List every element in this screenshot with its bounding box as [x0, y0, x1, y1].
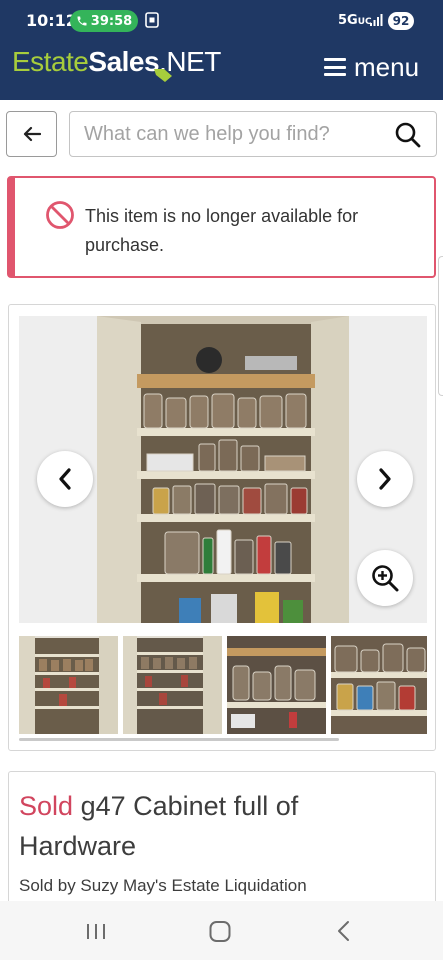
recent-apps-icon[interactable] [85, 917, 107, 945]
search-row [0, 100, 443, 168]
thumbnail-scrollbar[interactable] [19, 738, 339, 741]
search-icon[interactable] [394, 121, 422, 149]
thumbnail-image [19, 636, 118, 734]
logo-tag-icon [154, 69, 172, 82]
chevron-right-icon [379, 468, 391, 490]
photo-thumbnail[interactable] [19, 636, 118, 734]
sold-status: Sold [19, 791, 74, 821]
prohibited-icon [46, 201, 74, 229]
call-indicator[interactable]: 39:58 [70, 10, 138, 32]
site-header: EstateSales.NET menu [0, 42, 443, 100]
phone-icon [77, 16, 87, 26]
photo-thumbnail[interactable] [123, 636, 222, 734]
item-title: Sold g47 Cabinet full of Hardware [19, 786, 419, 866]
signal-icon [370, 14, 383, 26]
menu-button[interactable]: menu [324, 50, 419, 84]
photo-thumbnail[interactable] [227, 636, 326, 734]
alert-message: This item is no longer available for pur… [85, 206, 359, 255]
seller-name[interactable]: Sold by Suzy May's Estate Liquidation [19, 876, 307, 896]
system-back-icon[interactable] [334, 917, 352, 945]
call-duration: 39:58 [90, 13, 133, 29]
photo-thumbnail[interactable] [331, 636, 427, 734]
search-input[interactable] [84, 120, 384, 148]
zoom-button[interactable] [357, 550, 413, 606]
previous-photo-button[interactable] [37, 451, 93, 507]
thumbnail-strip [19, 636, 427, 734]
search-box [69, 111, 437, 157]
menu-label: menu [354, 51, 420, 82]
arrow-left-icon [23, 126, 41, 142]
unavailable-alert: This item is no longer available for pur… [7, 176, 436, 278]
battery-icon: 92 [388, 12, 414, 30]
system-nav-bar [0, 901, 443, 960]
thumbnail-image [123, 636, 222, 734]
back-button[interactable] [6, 111, 57, 157]
hamburger-icon [324, 58, 346, 76]
chevron-left-icon [59, 468, 71, 490]
site-logo[interactable]: EstateSales.NET [12, 46, 221, 78]
thumbnail-image [227, 636, 326, 734]
status-bar: 10:12 39:58 5GUC 92 [0, 0, 443, 42]
next-photo-button[interactable] [357, 451, 413, 507]
photo-gallery [8, 304, 436, 751]
network-indicator: 5GUC [338, 13, 372, 28]
side-panel-handle[interactable] [438, 256, 443, 396]
main-photo[interactable] [19, 316, 427, 623]
zoom-in-icon [372, 565, 399, 592]
home-icon[interactable] [208, 917, 232, 945]
screen-capture-icon [145, 12, 159, 28]
thumbnail-image [331, 636, 427, 734]
